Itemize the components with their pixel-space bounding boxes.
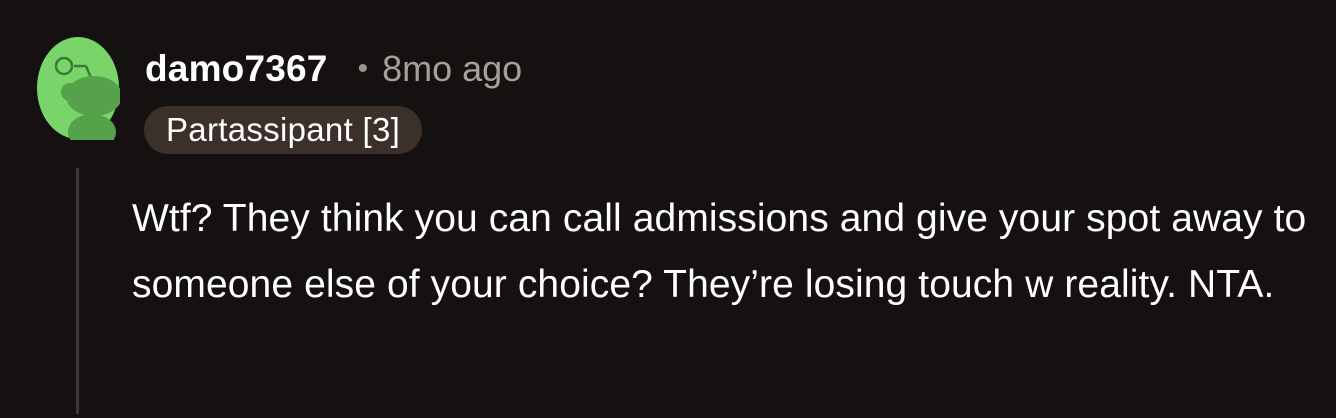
comment: damo7367 • 8mo ago Partassipant [3] Wtf?…	[0, 0, 1336, 418]
timestamp[interactable]: 8mo ago	[382, 48, 522, 90]
snoo-avatar-icon	[37, 37, 122, 150]
meta-separator: •	[357, 52, 369, 85]
comment-body: Wtf? They think you can call admissions …	[132, 186, 1322, 318]
comment-text: Wtf? They think you can call admissions …	[132, 197, 1307, 306]
username-link[interactable]: damo7367	[145, 48, 328, 90]
avatar[interactable]	[36, 36, 122, 150]
thread-line[interactable]	[76, 168, 79, 414]
user-flair-badge: Partassipant [3]	[144, 106, 423, 154]
comment-meta: damo7367 • 8mo ago	[145, 46, 522, 92]
